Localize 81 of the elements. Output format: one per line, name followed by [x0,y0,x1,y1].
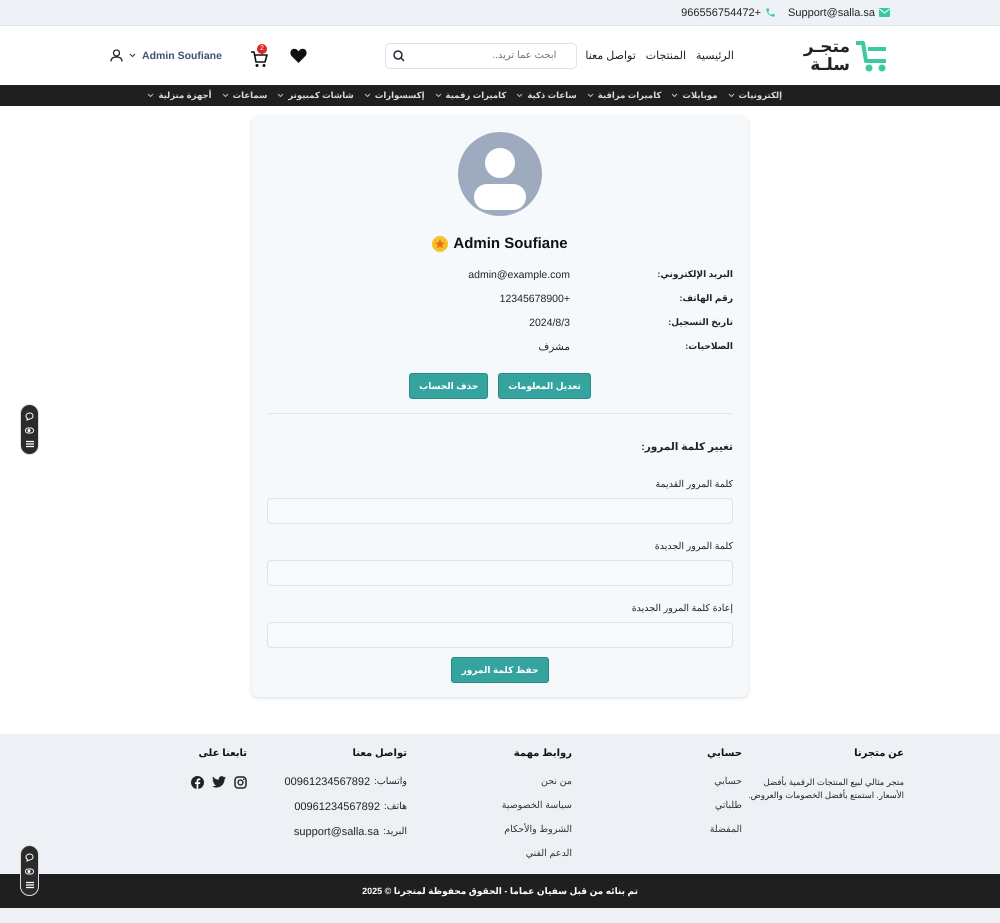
category-link[interactable]: إلكترونيات [738,90,782,101]
field-value: 2024/8/3 [528,317,570,329]
phone-number[interactable]: 966556754472+ [681,6,761,18]
category-link[interactable]: إكسسوارات [374,90,425,101]
chat-icon[interactable] [25,412,34,420]
contact-label: هاتف: [384,801,407,813]
field-label: إعادة كلمة المرور الجديدة [630,603,733,614]
category-link[interactable]: شاشات كمبيوتر [288,90,354,101]
field-label: تاريخ التسجيل: [667,317,733,329]
contact-value: 00961234567892 [284,776,370,788]
support-email[interactable]: Support@salla.sa [788,6,875,18]
field-label: كلمة المرور الجديدة [654,541,733,552]
chevron-down-icon [222,93,229,98]
password-field[interactable] [267,498,733,524]
menu-icon[interactable] [26,440,34,448]
footer-link[interactable]: الدعم الفني [407,848,572,859]
footer-link[interactable]: طلباتي [572,800,742,811]
password-field[interactable] [267,622,733,648]
footer-link[interactable]: حسابي [572,776,742,787]
footer-heading: تابعنا على [197,748,247,759]
footer-heading: تواصل معنا [352,748,407,759]
chevron-down-icon [147,93,154,98]
section-title: تغيير كلمة المرور: [640,441,733,453]
facebook-icon[interactable] [191,776,204,789]
chat-icon[interactable] [25,852,34,862]
eye-icon[interactable] [25,426,34,434]
user-icon[interactable] [110,49,123,62]
nav-link[interactable]: المنتجات [646,49,686,62]
footer-heading: حسابي [706,748,742,759]
user-name[interactable]: Admin Soufiane [142,50,222,62]
instagram-icon[interactable] [234,776,247,789]
footer-heading: روابط مهمة [512,748,572,759]
footer-link[interactable]: الشروط والأحكام [407,824,572,835]
category-link[interactable]: سماعات [232,90,268,101]
category-link[interactable]: كاميرات مراقبة [598,90,662,101]
contact-value: 00961234567892 [294,801,380,813]
footer-link[interactable]: المفضلة [572,824,742,835]
category-link[interactable]: ساعات ذكية [527,90,577,101]
footer-link[interactable]: من نحن [407,776,572,787]
field-value: admin@example.com [467,269,570,281]
twitter-icon[interactable] [212,776,226,788]
contact-label: البريد: [383,826,407,838]
password-field[interactable] [267,560,733,586]
chevron-down-icon [129,53,136,58]
nav-link[interactable]: الرئيسية [696,49,734,62]
field-value: مشرف [537,341,570,353]
chevron-down-icon [728,93,735,98]
profile-name: Admin Soufiane [453,235,568,252]
nav-link[interactable]: تواصل معنا [585,49,636,62]
chevron-down-icon [516,93,524,98]
chevron-down-icon [671,93,678,98]
chevron-down-icon [434,93,442,98]
field-label: رقم الهاتف: [678,293,733,305]
menu-icon[interactable] [26,880,34,888]
search-field[interactable]: ابحث عما تريد.. [385,42,578,68]
category-link[interactable]: أجهزة منزلية [158,90,212,101]
contact-label: واتساب: [374,776,407,788]
logo-text: سلـة [810,56,850,74]
chevron-down-icon [277,93,284,98]
footer-heading: عن متجرنا [853,748,904,759]
phone-icon [765,7,776,18]
field-label: كلمة المرور القديمة [654,479,733,490]
field-label: الصلاحيات: [684,341,733,353]
search-icon [393,50,406,62]
category-link[interactable]: موبايلات [682,90,718,101]
heart-icon[interactable] [290,48,307,63]
field-label: البريد الإلكتروني: [656,269,733,281]
envelope-icon [879,8,890,17]
field-value: +12345678900 [498,293,570,305]
avatar-icon [458,132,542,216]
contact-value: support@salla.sa [294,826,380,838]
logo-text: متجـر [804,38,850,56]
category-link[interactable]: كاميرات رقمية [446,90,506,101]
eye-icon[interactable] [25,866,34,876]
copyright-text: تم بنائه من قبل سفيان عماما - الحقوق محفوظة لمتجرنا © 2025 [362,886,638,896]
star-badge-icon [432,236,448,252]
footer-text: متجر مثالي لبيع المنتجات الرقمية بأفضل الأسعار. استمتع بأفضل الخصومات والعروض. [747,776,904,802]
chevron-down-icon [586,93,594,98]
chevron-down-icon [364,93,371,98]
footer-link[interactable]: سياسة الخصوصية [407,800,572,811]
cart-icon [250,50,268,68]
